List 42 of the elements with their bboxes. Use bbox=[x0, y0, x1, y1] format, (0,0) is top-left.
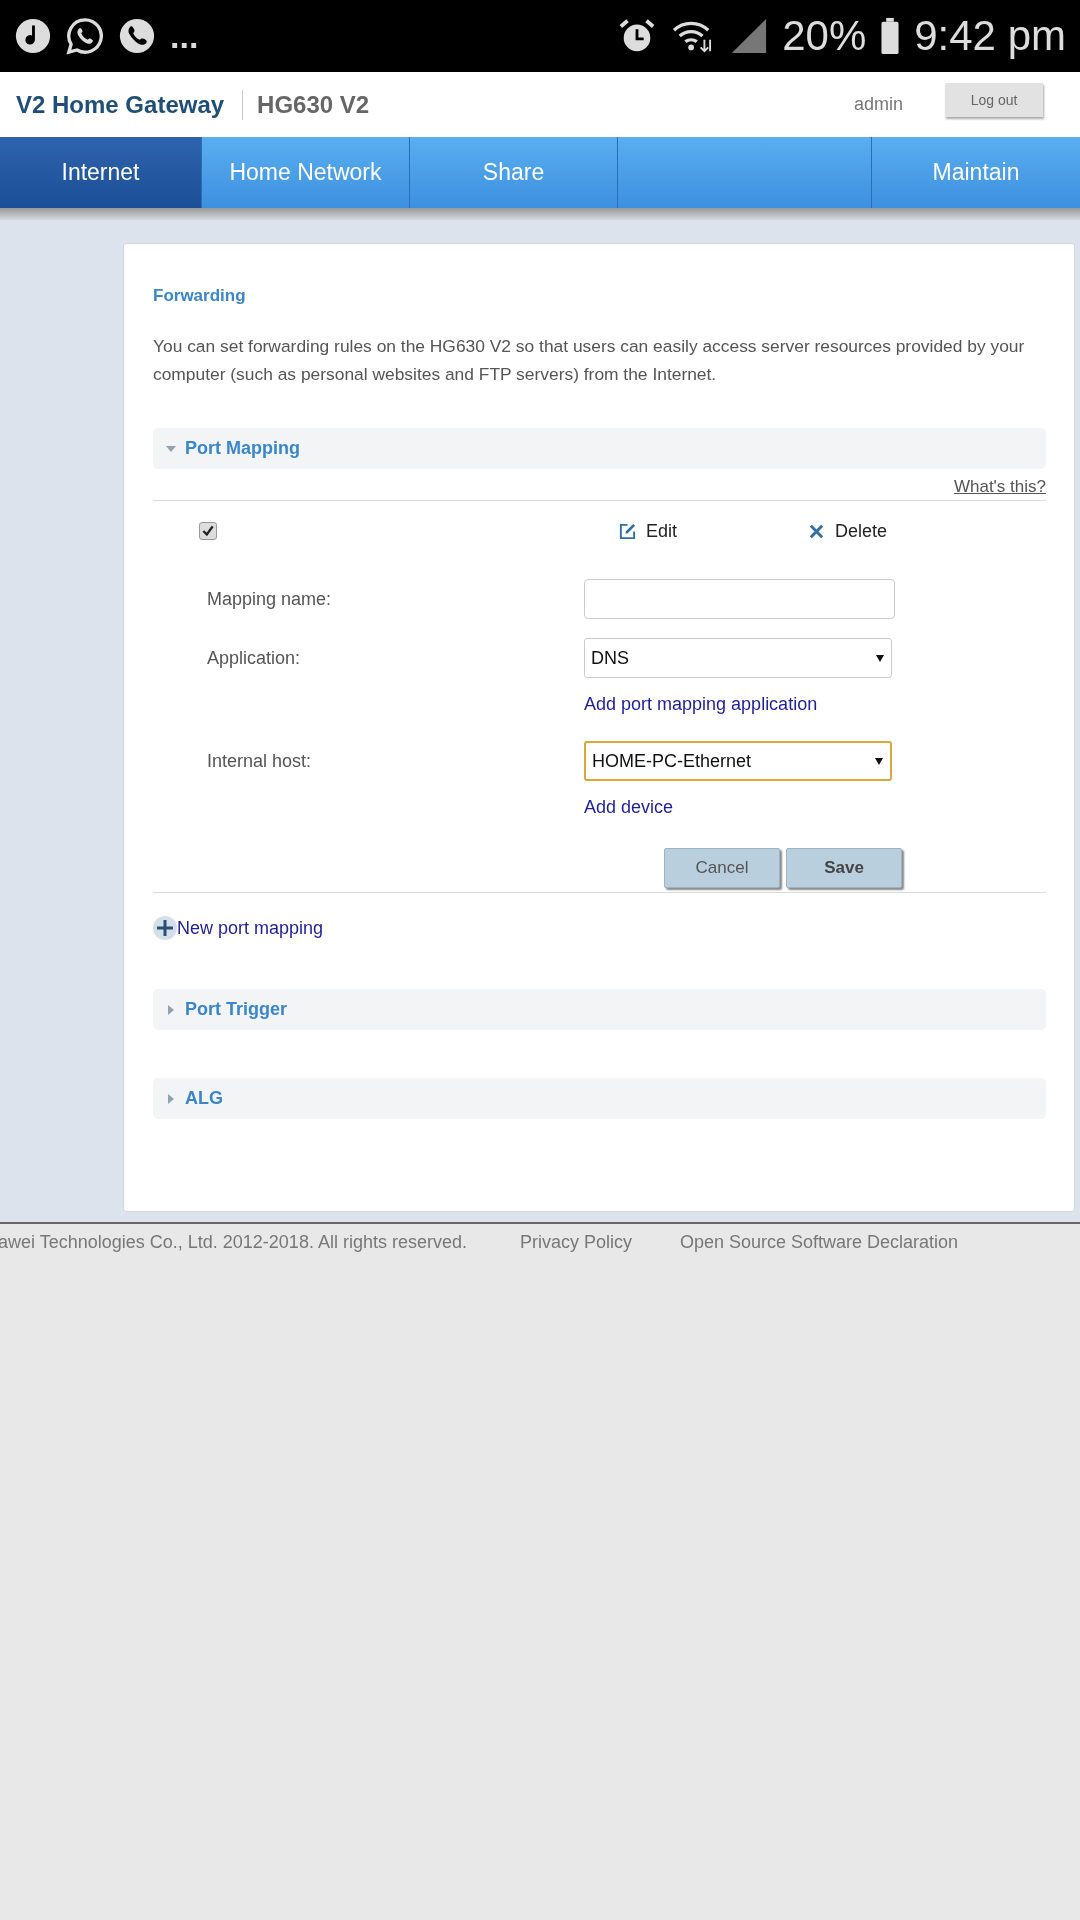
help-link[interactable]: What's this? bbox=[953, 477, 1046, 497]
add-link[interactable]: Add port mapping application bbox=[584, 694, 892, 715]
footer-link[interactable]: Open Source Software Declaration bbox=[680, 1231, 959, 1253]
model-name: HG630 V2 bbox=[257, 90, 370, 119]
field-label: Mapping name: bbox=[207, 588, 333, 611]
select-checkbox[interactable] bbox=[199, 522, 217, 540]
footer-link[interactable]: Privacy Policy bbox=[519, 1231, 632, 1253]
phone-icon bbox=[118, 17, 156, 55]
section-header[interactable]: Port Trigger bbox=[153, 989, 1046, 1030]
battery-icon bbox=[880, 17, 901, 55]
delete-button[interactable]: Delete bbox=[807, 520, 888, 542]
nav-tab[interactable]: Internet bbox=[0, 137, 202, 208]
page-title: Forwarding bbox=[153, 286, 247, 306]
signal-icon bbox=[730, 17, 769, 55]
add-link[interactable]: Add device bbox=[584, 797, 892, 818]
chat-icon bbox=[66, 17, 104, 55]
text-field[interactable] bbox=[584, 579, 895, 619]
logout-button[interactable]: Log out bbox=[945, 82, 1043, 117]
field-label: Application: bbox=[207, 647, 302, 670]
username: admin bbox=[853, 94, 903, 115]
dropdown-arrow-icon bbox=[874, 756, 884, 766]
new-port-mapping-link[interactable]: New port mapping bbox=[153, 915, 324, 941]
plus-icon bbox=[153, 916, 177, 940]
section-title: Port Trigger bbox=[185, 999, 287, 1020]
edit-icon bbox=[618, 521, 637, 541]
section-title: ALG bbox=[185, 1088, 223, 1109]
edit-button[interactable]: Edit bbox=[618, 520, 678, 542]
dropdown[interactable]: HOME-PC-Ethernet bbox=[584, 741, 892, 781]
dropdown[interactable]: DNS bbox=[584, 638, 892, 678]
more-indicator: ... bbox=[170, 19, 199, 53]
dropdown-arrow-icon bbox=[875, 653, 885, 663]
music-icon bbox=[14, 17, 52, 55]
section-header[interactable]: ALG bbox=[153, 1078, 1046, 1119]
section-title: Port Mapping bbox=[185, 438, 300, 459]
page-description: You can set forwarding rules on the HG630 V2 so that users can easily access server resources provided by your computer (such as personal websites and FTP servers) from the Internet. bbox=[153, 335, 1026, 386]
section-header[interactable]: Port Mapping bbox=[153, 428, 1046, 469]
save-button[interactable]: Save bbox=[786, 848, 902, 888]
clock: 9:42 pm bbox=[914, 15, 1066, 57]
product-name: V2 Home Gateway bbox=[16, 89, 244, 120]
cancel-button[interactable]: Cancel bbox=[664, 848, 780, 888]
battery-percent: 20% bbox=[782, 15, 867, 57]
field-label: Internal host: bbox=[207, 750, 313, 773]
